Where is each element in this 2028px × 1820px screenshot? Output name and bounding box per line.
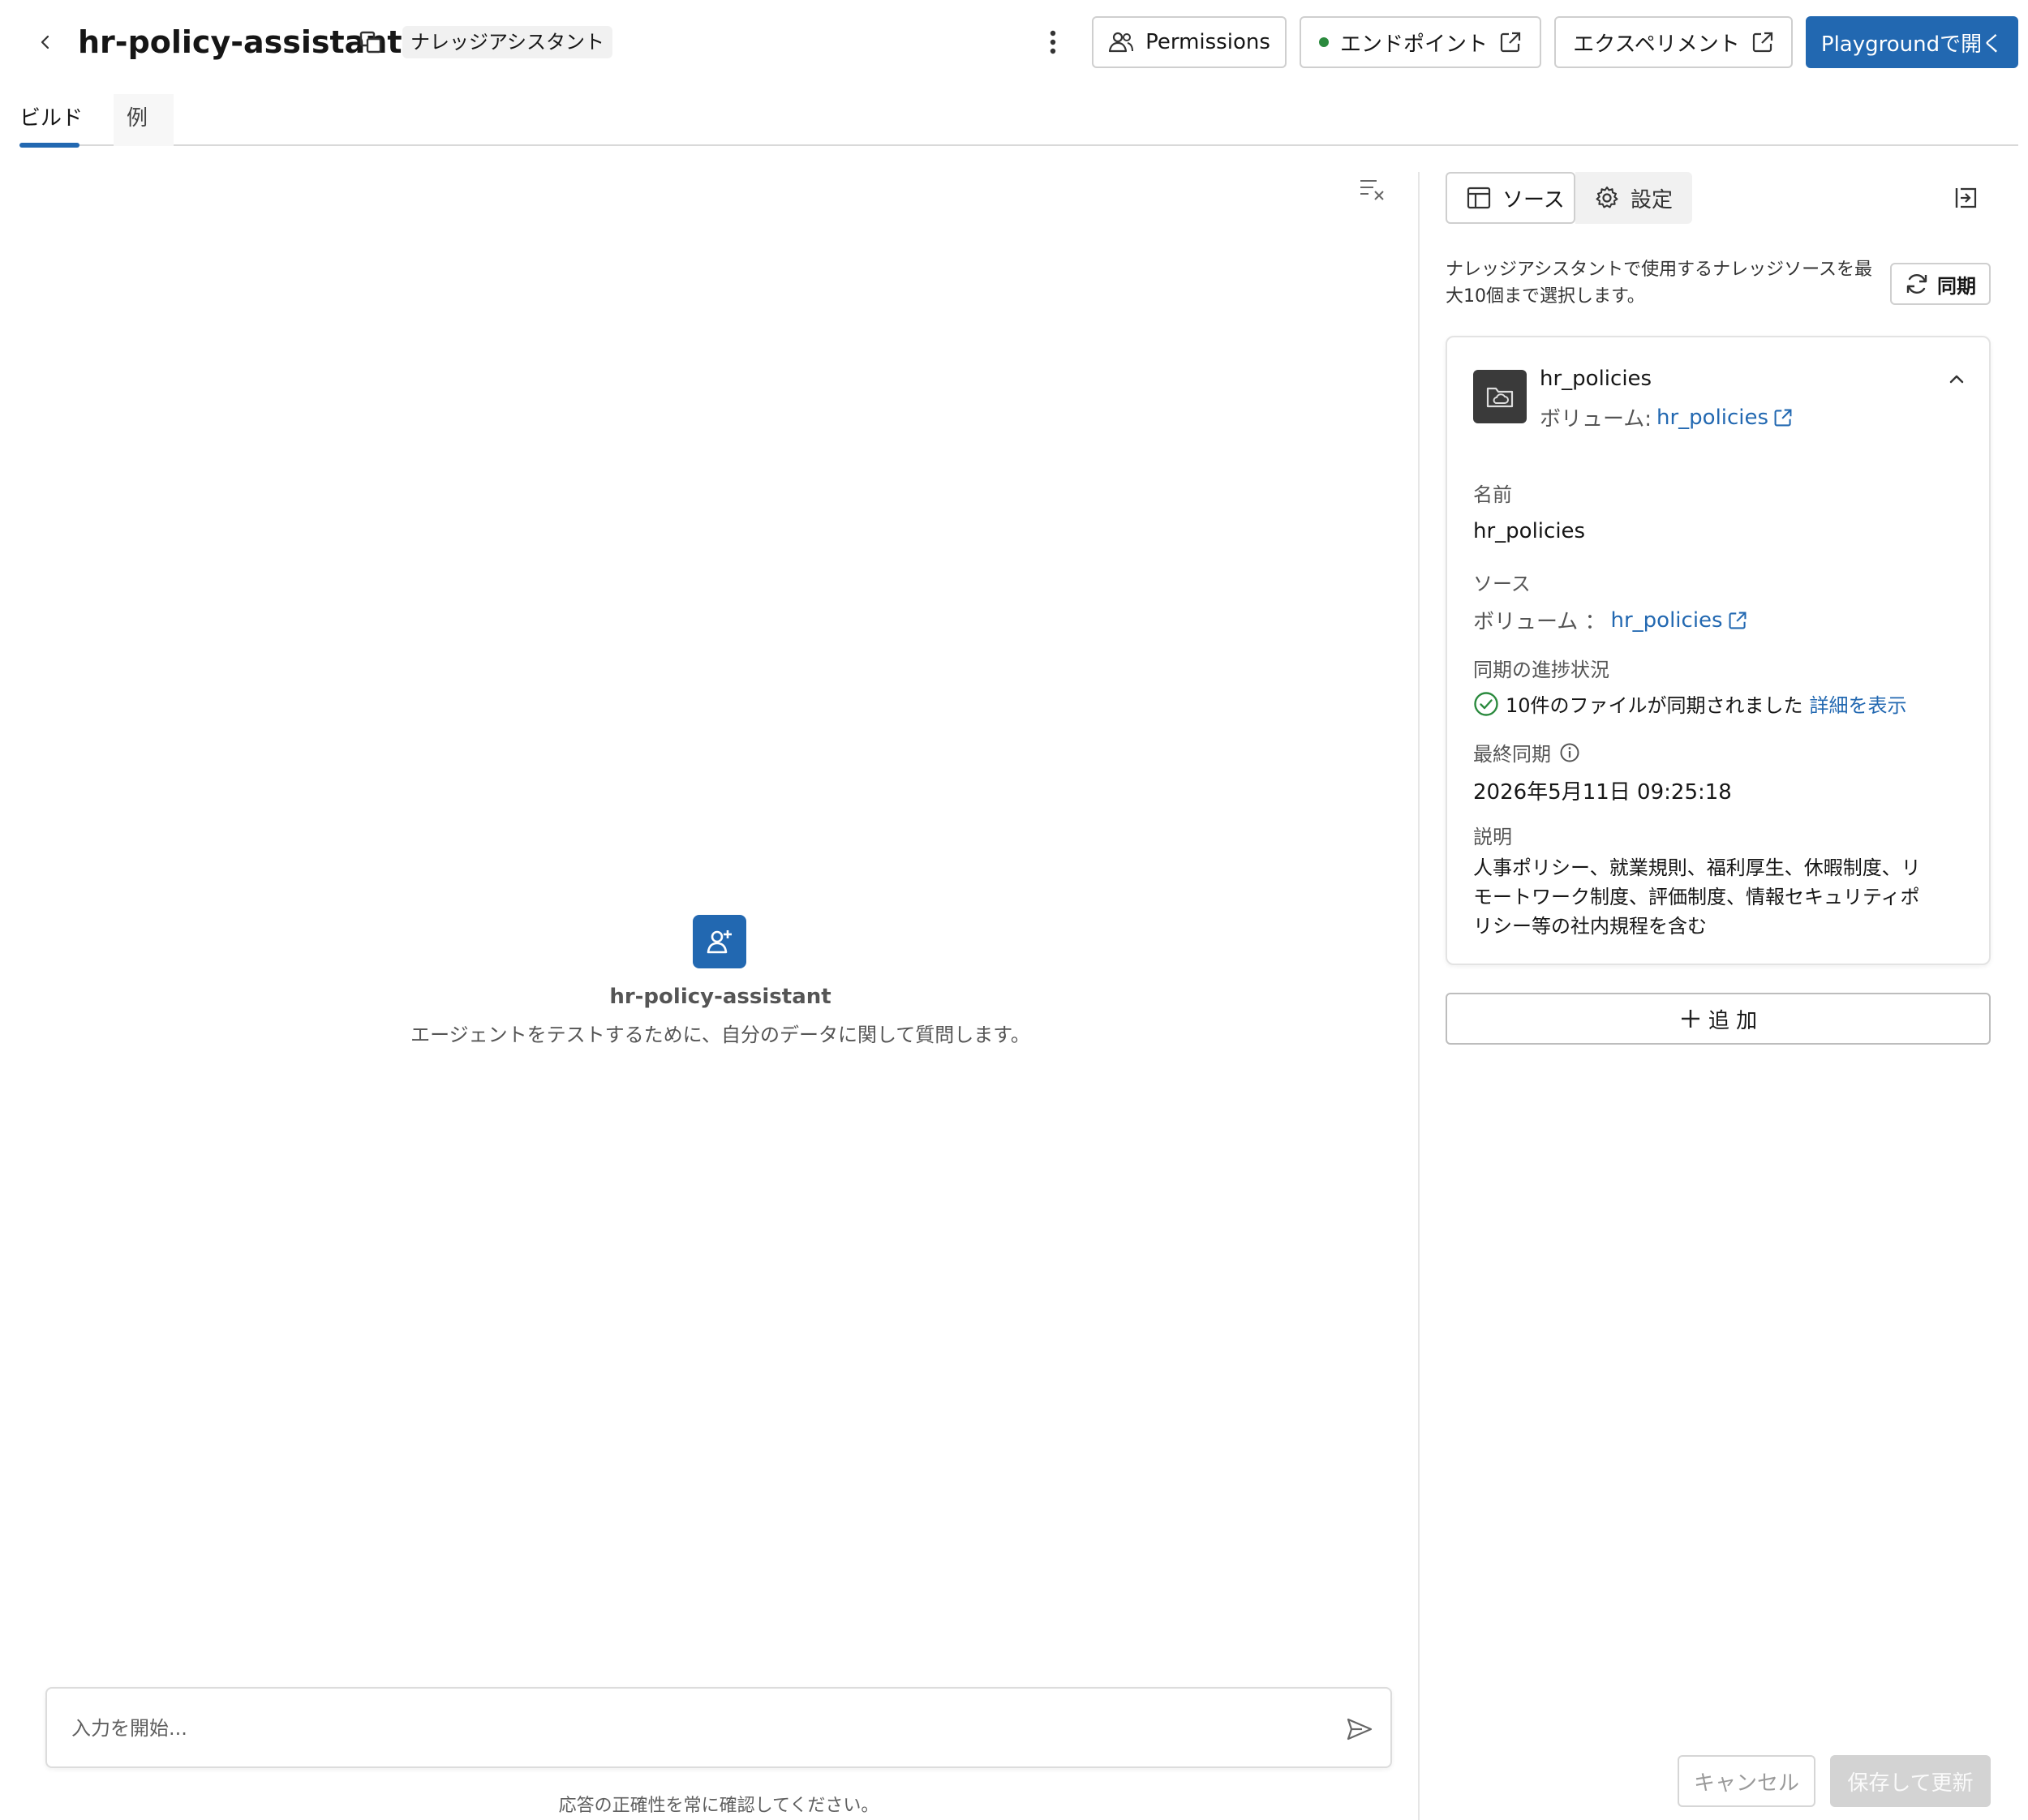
chat-pane: hr-policy-assistant エージェントをテストするために、自分のデ… xyxy=(19,172,1415,1820)
last-sync-value: 2026年5月11日 09:25:18 xyxy=(1473,780,1732,805)
sync-button[interactable]: 同期 xyxy=(1890,263,1991,305)
source-card-icon xyxy=(1473,370,1527,423)
collapse-panel-button[interactable] xyxy=(1949,180,1984,216)
external-link-icon[interactable] xyxy=(1728,611,1747,630)
table-icon xyxy=(1467,187,1491,209)
info-icon[interactable] xyxy=(1559,742,1580,763)
external-link-icon[interactable] xyxy=(1773,408,1793,427)
external-link-icon xyxy=(1751,31,1774,54)
source-subtitle-prefix: ボリューム: xyxy=(1540,407,1652,431)
cancel-button[interactable]: キャンセル xyxy=(1678,1755,1815,1807)
tab-settings-label: 設定 xyxy=(1631,187,1674,212)
chevron-left-icon xyxy=(37,34,54,50)
main-tabs: ビルド 例 xyxy=(19,94,2018,148)
sync-progress-label: 同期の進捗状況 xyxy=(1473,659,1609,681)
agent-type-badge: ナレッジアシスタント xyxy=(402,26,613,58)
tab-sources[interactable]: ソース xyxy=(1446,172,1575,224)
source-card: hr_policies ボリューム: hr_policies 名前 hr_pol… xyxy=(1446,336,1991,965)
tab-build[interactable]: ビルド xyxy=(19,94,83,148)
tab-settings[interactable]: 設定 xyxy=(1575,172,1692,224)
send-button[interactable] xyxy=(1342,1711,1377,1747)
accuracy-disclaimer: 応答の正確性を常に確認してください。 xyxy=(558,1796,879,1816)
sources-hint: ナレッジアシスタントで使用するナレッジソースを最大10個まで選択します。 xyxy=(1446,260,1873,307)
add-label: 追 加 xyxy=(1708,1008,1758,1033)
endpoint-button[interactable]: エンドポイント xyxy=(1300,16,1541,68)
chat-input[interactable] xyxy=(71,1710,1304,1747)
config-tabs: ソース 設定 xyxy=(1446,172,1692,224)
page-header: hr-policy-assistant ナレッジアシスタント Permissio… xyxy=(0,0,2028,84)
pane-divider xyxy=(1418,172,1420,1820)
back-button[interactable] xyxy=(29,24,62,60)
users-icon xyxy=(1108,31,1134,54)
clear-list-icon xyxy=(1359,178,1386,202)
endpoint-label: エンドポイント xyxy=(1339,32,1488,57)
copy-button[interactable] xyxy=(354,24,388,60)
source-value-link[interactable]: hr_policies xyxy=(1611,608,1723,633)
last-sync-label-row: 最終同期 xyxy=(1473,738,1580,766)
name-value: hr_policies xyxy=(1473,519,1586,543)
chevron-up-icon xyxy=(1949,371,1965,388)
last-sync-label: 最終同期 xyxy=(1473,743,1551,766)
chat-input-container xyxy=(45,1687,1392,1768)
plus-icon xyxy=(1679,1007,1702,1030)
save-and-update-button[interactable]: 保存して更新 xyxy=(1830,1755,1991,1807)
source-label: ソース xyxy=(1473,573,1531,595)
source-title: hr_policies xyxy=(1540,367,1652,391)
external-link-icon xyxy=(1499,31,1522,54)
panel-collapse-icon xyxy=(1954,186,1979,210)
permissions-label: Permissions xyxy=(1145,30,1270,54)
check-circle-icon xyxy=(1473,691,1499,717)
source-value: ボリューム ： hr_policies xyxy=(1473,605,1747,635)
add-source-button[interactable]: 追 加 xyxy=(1446,993,1991,1045)
more-options-button[interactable] xyxy=(1037,24,1069,60)
description-label: 説明 xyxy=(1473,826,1512,848)
open-playground-button[interactable]: Playgroundで開く xyxy=(1806,16,2018,68)
agent-avatar xyxy=(693,915,746,968)
source-volume-link[interactable]: hr_policies xyxy=(1656,406,1768,430)
kebab-menu-icon xyxy=(1050,30,1056,54)
send-icon xyxy=(1346,1717,1373,1741)
sync-label: 同期 xyxy=(1937,274,1976,298)
source-value-prefix: ボリューム ： xyxy=(1473,610,1606,634)
source-subtitle: ボリューム: hr_policies xyxy=(1540,402,1793,432)
cloud-folder-icon xyxy=(1485,384,1515,410)
tab-examples[interactable]: 例 xyxy=(114,94,174,146)
sync-progress-text: 10件のファイルが同期されました xyxy=(1506,694,1803,717)
name-label: 名前 xyxy=(1473,483,1512,506)
config-pane: ソース 設定 ナレッジアシスタントで使用するナレッジソースを最大10個まで選択し… xyxy=(1446,172,2018,1820)
permissions-button[interactable]: Permissions xyxy=(1092,16,1287,68)
experiment-button[interactable]: エクスペリメント xyxy=(1554,16,1793,68)
experiment-label: エクスペリメント xyxy=(1573,32,1740,57)
endpoint-status-dot xyxy=(1318,37,1329,47)
sync-progress-value: 10件のファイルが同期されました 詳細を表示 xyxy=(1473,689,1907,718)
tab-sources-label: ソース xyxy=(1502,187,1565,212)
gear-icon xyxy=(1595,186,1619,210)
clear-chat-button[interactable] xyxy=(1355,172,1390,208)
collapse-card-button[interactable] xyxy=(1939,362,1974,397)
refresh-icon xyxy=(1905,272,1929,296)
copy-icon xyxy=(359,30,383,54)
user-plus-icon xyxy=(705,927,734,956)
agent-description: エージェントをテストするために、自分のデータに関して質問します。 xyxy=(410,1024,1030,1046)
sync-details-link[interactable]: 詳細を表示 xyxy=(1810,689,1907,718)
description-value: 人事ポリシー、就業規則、福利厚生、休暇制度、リモートワーク制度、評価制度、情報セ… xyxy=(1473,856,1921,938)
agent-name: hr-policy-assistant xyxy=(609,985,831,1009)
